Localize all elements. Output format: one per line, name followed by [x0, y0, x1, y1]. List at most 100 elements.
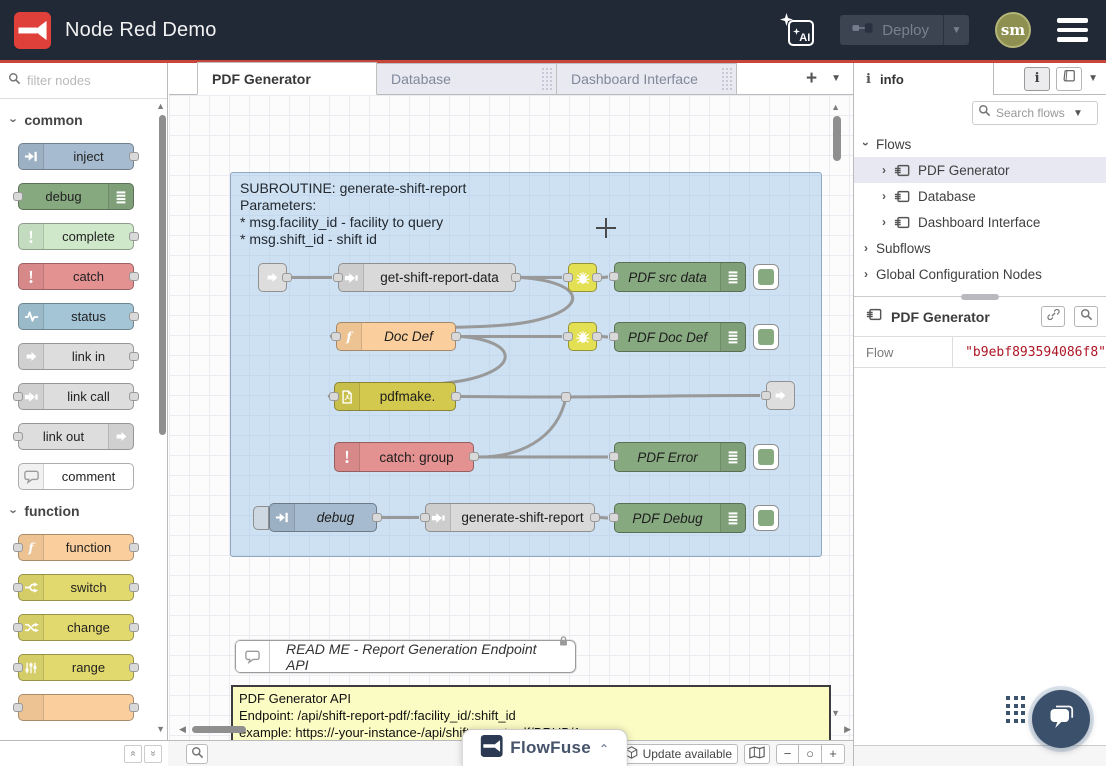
palette-node-link-out[interactable]: link out [18, 423, 134, 450]
search-flows-box[interactable]: ▼ [972, 101, 1098, 125]
canvas-vscrollbar-thumb[interactable] [833, 116, 841, 161]
flow-node-catch-group[interactable]: catch: group [334, 442, 474, 472]
flow-node-debug-junction-1[interactable] [568, 263, 597, 292]
flow-node-link-in[interactable] [258, 263, 287, 292]
comment-node-readme[interactable]: READ ME - Report Generation Endpoint API [235, 640, 576, 673]
inject-trigger-button[interactable] [253, 506, 269, 530]
copy-link-button[interactable] [1041, 306, 1065, 327]
canvas-scroll-right-arrow[interactable]: ▶ [844, 725, 851, 734]
palette-node-inject[interactable]: inject [18, 143, 134, 170]
tree-row-pdf-generator[interactable]: ›PDF Generator [854, 157, 1106, 183]
node-port-in [13, 703, 23, 712]
debug-enable-toggle[interactable] [753, 264, 779, 290]
chat-widget-button[interactable] [1032, 690, 1090, 748]
flow-node-debug-junction-2[interactable] [568, 322, 597, 351]
palette-node-range[interactable]: range [18, 654, 134, 681]
tree-row-database[interactable]: ›Database [854, 183, 1106, 209]
palette-scroll-down-arrow[interactable]: ▼ [156, 725, 165, 734]
flow-node-pdfmake[interactable]: pdfmake. [334, 382, 456, 411]
canvas-scroll-down-arrow[interactable]: ▼ [831, 709, 840, 718]
subroutine-group[interactable]: SUBROUTINE: generate-shift-reportParamet… [230, 172, 822, 557]
flow-canvas[interactable]: SUBROUTINE: generate-shift-reportParamet… [169, 95, 853, 740]
wire-junction[interactable] [561, 392, 571, 402]
flow-node-pdf-doc-def[interactable]: PDF Doc Def [614, 322, 746, 352]
palette-node-comment[interactable]: comment [18, 463, 134, 490]
palette-node-catch[interactable]: catch [18, 263, 134, 290]
flow-node-inject-debug[interactable]: debug [269, 503, 377, 532]
update-available-label: Update available [643, 747, 732, 761]
zoom-in-button[interactable]: + [822, 744, 845, 764]
add-flow-button[interactable]: + [806, 69, 817, 88]
ai-assistant-button[interactable]: AI [780, 13, 814, 47]
tree-row-global-configuration-nodes[interactable]: ›Global Configuration Nodes [854, 261, 1106, 287]
palette-scrollbar-thumb[interactable] [159, 115, 166, 435]
debug-enable-toggle[interactable] [753, 505, 779, 531]
sidebar-options-caret[interactable]: ▼ [1088, 73, 1098, 84]
flow-node-pdf-src-data[interactable]: PDF src data [614, 262, 746, 292]
node-port-out [451, 332, 461, 341]
sidebar-divider[interactable] [854, 296, 1106, 297]
search-flows-input[interactable] [996, 106, 1068, 120]
flow-node-doc-def[interactable]: fDoc Def [336, 322, 456, 351]
detail-search-button[interactable] [1074, 306, 1098, 327]
deploy-button[interactable]: Deploy ▼ [840, 15, 969, 45]
expand-all-categories-button[interactable]: » [144, 745, 162, 763]
header: Node Red Demo AI Deploy ▼ sm [0, 0, 1106, 63]
node-port-in [609, 452, 619, 461]
palette-node-function[interactable]: ffunction [18, 534, 134, 561]
palette-node-clipped-node[interactable] [18, 694, 134, 721]
divider-grab-handle[interactable] [961, 294, 999, 300]
canvas-scroll-up-arrow[interactable]: ▲ [831, 103, 840, 112]
canvas-search-button[interactable] [186, 744, 208, 764]
flow-node-link-out[interactable] [766, 381, 795, 410]
deploy-label: Deploy [882, 22, 929, 39]
navigator-button[interactable] [744, 744, 770, 764]
widget-drag-handle[interactable] [1006, 696, 1026, 742]
search-icon [978, 104, 991, 122]
palette-node-label: debug [19, 184, 108, 209]
flow-node-pdf-error[interactable]: PDF Error [614, 442, 746, 472]
palette-node-status[interactable]: status [18, 303, 134, 330]
zoom-reset-button[interactable]: ○ [799, 744, 822, 764]
palette-node-complete[interactable]: complete [18, 223, 134, 250]
palette-filter-input[interactable] [27, 73, 137, 88]
palette-node-change[interactable]: change [18, 614, 134, 641]
tree-row-dashboard-interface[interactable]: ›Dashboard Interface [854, 209, 1106, 235]
flow-node-generate-shift-report[interactable]: generate-shift-report [425, 503, 595, 532]
palette-node-label: range [44, 655, 133, 680]
palette-node-debug[interactable]: debug [18, 183, 134, 210]
tree-row-subflows[interactable]: ›Subflows [854, 235, 1106, 261]
user-avatar[interactable]: sm [995, 12, 1031, 48]
tab-database[interactable]: Database [377, 63, 557, 95]
canvas-hscrollbar-thumb[interactable] [192, 726, 246, 733]
tree-row-flows[interactable]: ›Flows [854, 131, 1106, 157]
palette-category-function[interactable]: ›function [12, 503, 167, 519]
tab-info[interactable]: i info [854, 63, 994, 95]
palette-category-common[interactable]: ›common [12, 112, 167, 128]
palette-node-link-call[interactable]: link call [18, 383, 134, 410]
main-menu-button[interactable] [1057, 18, 1088, 42]
flow-node-pdf-debug[interactable]: PDF Debug [614, 503, 746, 533]
tab-pdf-generator[interactable]: PDF Generator [197, 62, 377, 95]
tree-row-label: Global Configuration Nodes [876, 267, 1042, 282]
canvas-scroll-left-arrow[interactable]: ◀ [179, 725, 186, 734]
flow-list-caret[interactable]: ▼ [831, 73, 841, 84]
collapse-all-categories-button[interactable]: « [124, 745, 142, 763]
flowfuse-panel-toggle[interactable]: FlowFuse ⌃ [462, 729, 628, 766]
zoom-out-button[interactable]: − [776, 744, 799, 764]
sidebar-help-button[interactable] [1056, 67, 1082, 91]
node-port-in [13, 432, 23, 441]
deploy-options-caret[interactable]: ▼ [943, 15, 969, 45]
tab-dashboard-interface[interactable]: Dashboard Interface [557, 63, 737, 95]
debug-enable-toggle[interactable] [753, 444, 779, 470]
node-port-out [129, 272, 139, 281]
palette-scroll-up-arrow[interactable]: ▲ [156, 102, 165, 111]
flow-node-get-shift-report-data[interactable]: get-shift-report-data [338, 263, 516, 292]
palette-node-switch[interactable]: switch [18, 574, 134, 601]
debug-enable-toggle[interactable] [753, 324, 779, 350]
properties-table: Flow"b9ebf893594086f8" [854, 336, 1106, 368]
search-options-caret[interactable]: ▼ [1073, 108, 1083, 119]
palette-node-link-in[interactable]: link in [18, 343, 134, 370]
update-available-button[interactable]: Update available [619, 744, 738, 764]
sidebar-info-toggle-button[interactable]: i [1024, 67, 1050, 91]
